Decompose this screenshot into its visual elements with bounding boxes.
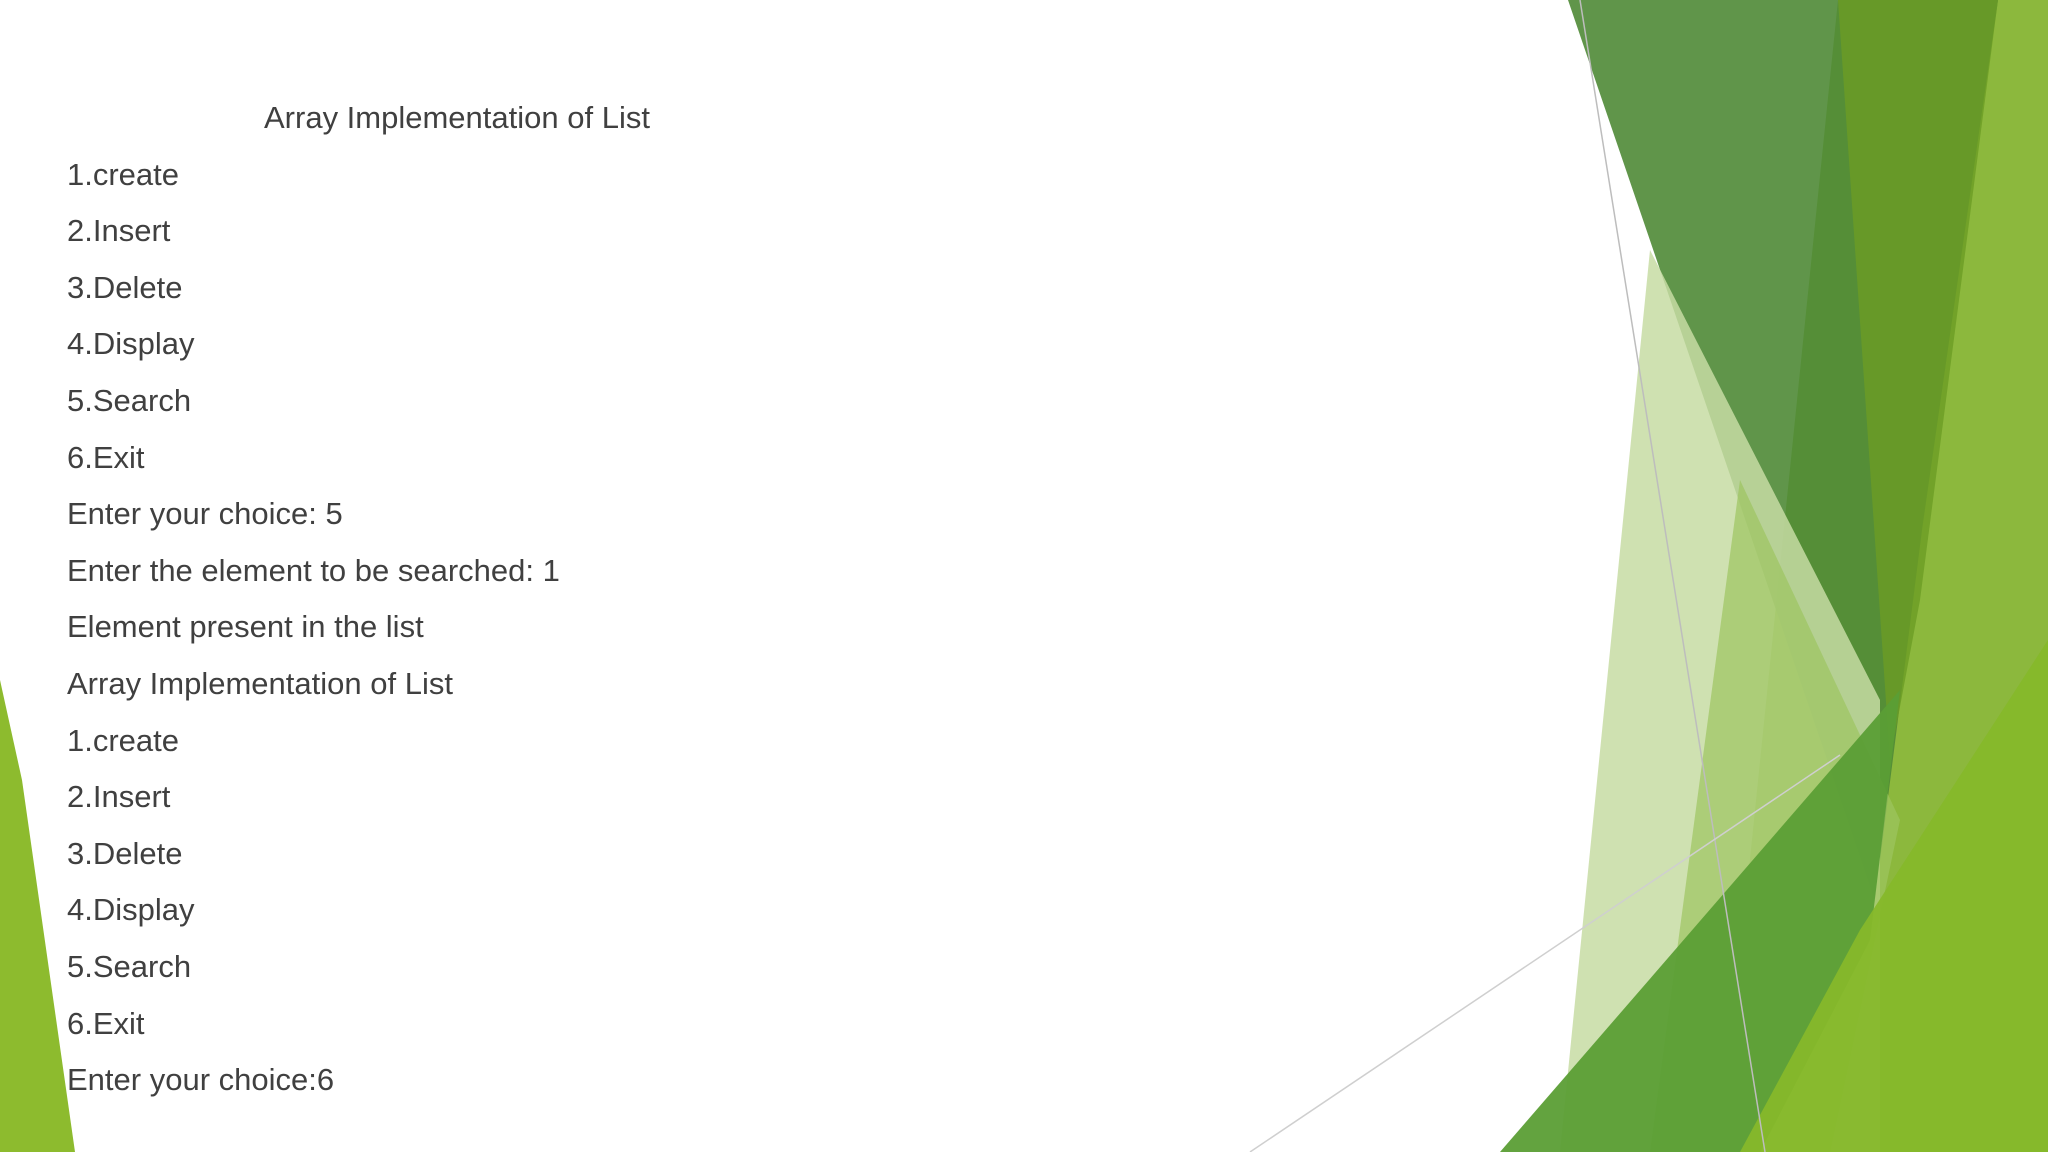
menu-option-search: 5.Search [67,382,192,418]
search-prompt: Enter the element to be searched: 1 [67,552,560,588]
menu-option-exit: 6.Exit [67,439,145,475]
menu-option-create: 1.create [67,722,180,758]
menu-option-delete: 3.Delete [67,269,183,305]
menu-title-repeat: Array Implementation of List [67,665,453,701]
menu-option-insert: 2.Insert [67,779,171,815]
choice-prompt-exit: Enter your choice:6 [67,1062,335,1098]
slide: Array Implementation of List 1.create 2.… [0,0,2048,1152]
menu-option-display: 4.Display [67,326,195,362]
menu-option-create: 1.create [67,156,180,192]
choice-prompt: Enter your choice: 5 [67,496,343,532]
facet-left-sliver [0,680,75,1152]
menu-option-display: 4.Display [67,892,195,928]
menu-option-insert: 2.Insert [67,213,171,249]
search-result: Element present in the list [67,609,424,645]
menu-option-exit: 6.Exit [67,1005,145,1041]
menu-option-search: 5.Search [67,948,192,984]
menu-title: Array Implementation of List [264,100,650,135]
console-output: Array Implementation of List 1.create 2.… [67,96,1467,1115]
menu-option-delete: 3.Delete [67,835,183,871]
